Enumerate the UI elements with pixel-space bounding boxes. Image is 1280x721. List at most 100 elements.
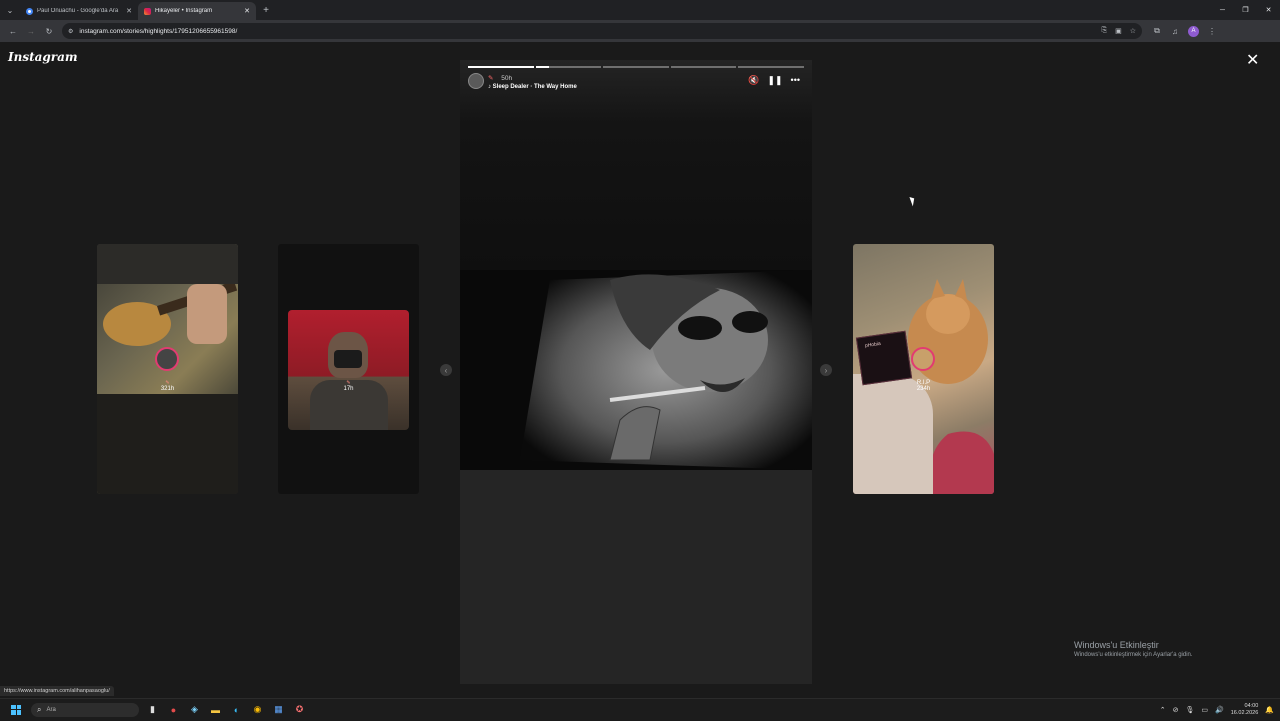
toolbar-actions: ⧉ ♫ A ⋮ [1148, 25, 1221, 37]
tab-search-chevron-icon[interactable]: ⌄ [0, 0, 20, 20]
taskbar-apps: ▮ ● ◈ ▬ ◐ ◉ ▦ ✪ [145, 702, 307, 717]
browser-menu-icon[interactable]: ⋮ [1203, 27, 1221, 36]
minimize-icon[interactable]: ─ [1211, 0, 1234, 20]
task-view-icon[interactable]: ▮ [145, 702, 160, 717]
arm [853, 374, 933, 494]
story-owner-avatar[interactable] [468, 73, 484, 89]
clock[interactable]: 04:00 16.02.2026 [1231, 703, 1259, 717]
active-story[interactable]: ✎ 50h ♪ Sleep Dealer · The Way Home 🔇 ❚❚… [460, 60, 812, 684]
address-bar[interactable]: ⚙ instagram.com/stories/highlights/17951… [62, 23, 1142, 39]
story-preview-image [288, 310, 409, 430]
chevron-up-icon[interactable]: ⌃ [1160, 706, 1166, 714]
clock-time: 04:00 [1244, 703, 1259, 709]
story-owner: ✎ 50h [488, 74, 512, 82]
face-mask [334, 350, 362, 368]
story-card-time: 17h [343, 386, 354, 392]
edge-icon[interactable]: ◐ [229, 702, 244, 717]
story-header: ✎ 50h ♪ Sleep Dealer · The Way Home 🔇 ❚❚… [468, 73, 804, 93]
close-tab-icon[interactable]: ✕ [244, 7, 250, 15]
reload-icon[interactable]: ↻ [40, 22, 58, 40]
site-info-icon[interactable]: ⚙ [68, 28, 73, 35]
install-app-icon[interactable]: ▣ [1115, 27, 1122, 35]
album-cover [855, 330, 913, 386]
instagram-icon [144, 7, 151, 15]
story-card-time: 234h [916, 386, 931, 392]
story-progress-bar [468, 66, 804, 68]
watermark-title: Windows'u Etkinleştir [1074, 640, 1159, 650]
windows-activation-watermark: Windows'u Etkinleştir Windows'u etkinleş… [1074, 640, 1193, 658]
notification-app-icon[interactable]: ● [166, 702, 181, 717]
store-icon[interactable]: ▦ [271, 702, 286, 717]
progress-segment [468, 66, 534, 68]
bookmark-star-icon[interactable]: ☆ [1130, 27, 1136, 35]
story-preview-card[interactable]: pHobia R.I.P 234h [853, 244, 994, 494]
taskbar-search-placeholder: Ara [46, 706, 56, 713]
story-controls: 🔇 ❚❚ ••• [748, 75, 800, 86]
taskbar-search[interactable]: ⌕ Ara [31, 702, 139, 717]
notification-bell-icon[interactable]: 🔔 [1265, 706, 1274, 714]
progress-segment [738, 66, 804, 68]
profile-avatar[interactable]: A [1188, 25, 1199, 37]
volume-icon[interactable]: 🔊 [1215, 706, 1224, 714]
story-avatar [911, 347, 935, 371]
restore-icon[interactable]: ❐ [1234, 0, 1257, 20]
story-card-meta: ✎ 321h [97, 380, 238, 392]
mouse-cursor-icon [909, 195, 917, 207]
close-icon[interactable]: ✕ [1246, 53, 1259, 69]
windows-taskbar: ⌕ Ara ▮ ● ◈ ▬ ◐ ◉ ▦ ✪ ⌃ ⊘ 🎙 ▭ 🔊 04:00 16… [0, 698, 1280, 720]
browser-tab-bar: ⌄ Paul Onuachu - Google'da Ara ✕ Hikayel… [0, 0, 1280, 20]
google-icon [26, 7, 33, 15]
close-window-icon[interactable]: ✕ [1257, 0, 1280, 20]
translate-icon[interactable]: ⎘ [1101, 27, 1107, 35]
story-preview-card[interactable]: ✎ 321h [97, 244, 238, 494]
tab-instagram-stories[interactable]: Hikayeler • Instagram ✕ [138, 2, 256, 20]
clock-date: 16.02.2026 [1230, 710, 1259, 716]
window-controls: ─ ❐ ✕ [1211, 0, 1280, 20]
story-time: 50h [501, 75, 513, 82]
pause-icon[interactable]: ❚❚ [767, 75, 782, 86]
network-icon[interactable]: ⊘ [1173, 706, 1179, 714]
story-song-title: Sleep Dealer · The Way Home [492, 84, 577, 90]
story-avatar [155, 347, 179, 371]
story-sketch-image [460, 270, 812, 470]
file-explorer-icon[interactable]: ▬ [208, 702, 223, 717]
back-icon[interactable]: ← [4, 22, 22, 40]
app-icon[interactable]: ✪ [292, 702, 307, 717]
link-status-bar: https://www.instagram.com/alihanpasaoglu… [0, 686, 114, 696]
music-note-icon: ♪ [488, 84, 491, 90]
extensions-icon[interactable]: ⧉ [1148, 26, 1166, 36]
tab-google-search[interactable]: Paul Onuachu - Google'da Ara ✕ [20, 2, 138, 20]
story-card-time: 321h [160, 386, 175, 392]
url-text: instagram.com/stories/highlights/1795120… [79, 27, 238, 35]
next-story-arrow-icon[interactable]: › [820, 364, 832, 376]
system-tray: ⌃ ⊘ 🎙 ▭ 🔊 04:00 16.02.2026 🔔 [1160, 699, 1274, 721]
story-card-meta: ✎ 17h [278, 380, 419, 392]
story-card-meta: R.I.P 234h [853, 380, 994, 392]
copilot-icon[interactable]: ◈ [187, 702, 202, 717]
mic-icon[interactable]: 🎙 [1186, 706, 1195, 714]
sketch-drawing [520, 270, 812, 470]
forward-icon[interactable]: → [22, 22, 40, 40]
story-bottom-area [460, 470, 812, 684]
close-tab-icon[interactable]: ✕ [126, 7, 132, 15]
search-icon: ⌕ [37, 704, 42, 714]
more-options-icon[interactable]: ••• [791, 75, 800, 86]
mute-icon[interactable]: 🔇 [748, 75, 759, 86]
progress-segment [670, 66, 737, 68]
instagram-logo[interactable]: Instagram [8, 50, 78, 64]
chrome-icon[interactable]: ◉ [250, 702, 265, 717]
story-music[interactable]: ♪ Sleep Dealer · The Way Home [488, 84, 577, 90]
media-control-icon[interactable]: ♫ [1166, 27, 1184, 36]
tab-title: Paul Onuachu - Google'da Ara [37, 8, 119, 14]
windows-start-icon[interactable] [11, 704, 21, 715]
new-tab-button[interactable]: + [258, 2, 274, 18]
progress-segment [535, 66, 602, 68]
progress-segment [603, 66, 669, 68]
pencil-icon: ✎ [488, 75, 494, 82]
previous-story-arrow-icon[interactable]: ‹ [440, 364, 452, 376]
story-preview-card[interactable]: ✎ 17h [278, 244, 419, 494]
monitor-icon[interactable]: ▭ [1201, 706, 1208, 714]
watermark-subtitle: Windows'u etkinleştirmek için Ayarlar'a … [1074, 652, 1193, 658]
browser-toolbar: ← → ↻ ⚙ instagram.com/stories/highlights… [0, 20, 1280, 42]
tab-title: Hikayeler • Instagram [155, 8, 213, 14]
